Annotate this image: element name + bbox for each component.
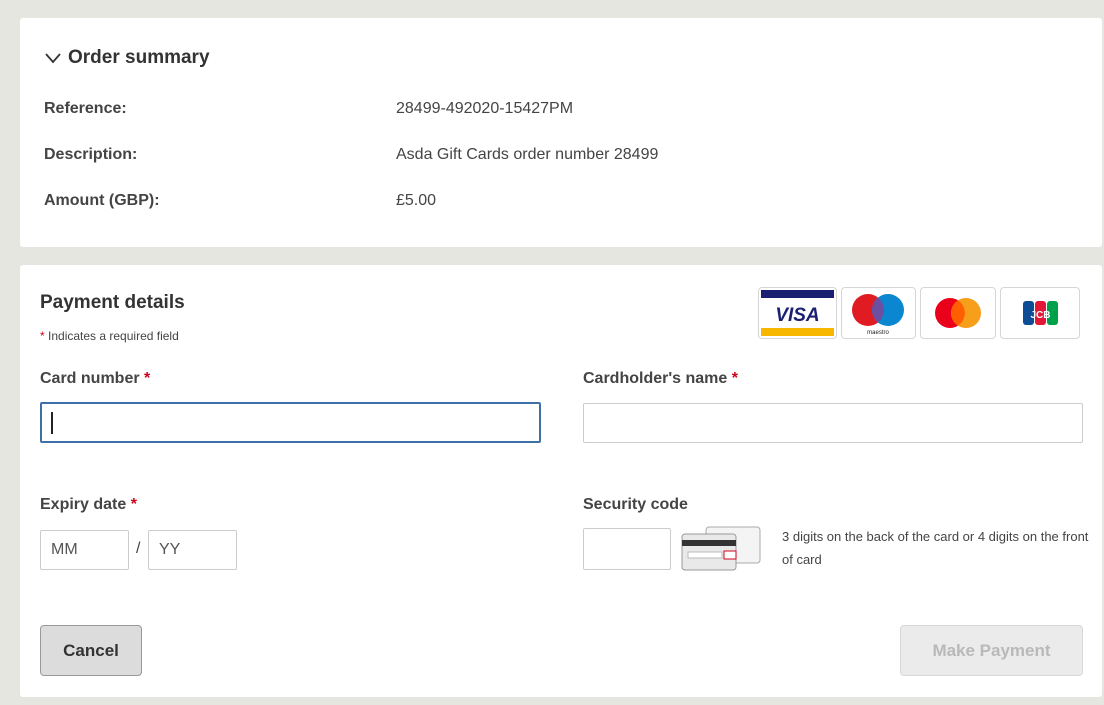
expiry-separator: / <box>136 540 141 557</box>
mastercard-icon <box>935 298 981 328</box>
make-payment-button[interactable]: Make Payment <box>900 625 1083 676</box>
security-code-help: 3 digits on the back of the card or 4 di… <box>782 529 1089 567</box>
maestro-logo: maestro <box>841 287 916 339</box>
text-caret <box>51 411 53 434</box>
payment-details-panel: Payment details * Indicates a required f… <box>20 265 1102 697</box>
expiry-year-placeholder: YY <box>159 541 181 558</box>
required-star: * <box>144 370 151 387</box>
required-star: * <box>130 496 137 513</box>
card-number-label-text: Card number <box>40 370 140 387</box>
jcb-text: JCB <box>1030 310 1050 321</box>
security-code-label: Security code <box>583 496 688 513</box>
visa-icon: VISA <box>761 290 834 336</box>
cardholder-name-input[interactable] <box>583 403 1083 443</box>
payment-details-title: Payment details <box>40 292 185 313</box>
maestro-text: maestro <box>867 330 889 336</box>
required-star: * <box>40 329 45 343</box>
order-summary-title: Order summary <box>68 47 210 68</box>
expiry-month-input[interactable]: MM <box>40 530 129 570</box>
jcb-icon: JCB <box>1023 301 1058 325</box>
cardholder-name-label-text: Cardholder's name <box>583 370 728 387</box>
reference-label: Reference: <box>44 100 127 117</box>
card-back-icon <box>681 526 761 571</box>
visa-logo: VISA <box>758 287 837 339</box>
security-code-input[interactable] <box>583 528 671 570</box>
expiry-month-placeholder: MM <box>51 541 78 558</box>
card-number-input[interactable] <box>40 402 541 443</box>
amount-value: £5.00 <box>396 192 437 209</box>
reference-value: 28499-492020-15427PM <box>396 100 574 117</box>
mastercard-logo <box>920 287 996 339</box>
required-field-note: * Indicates a required field <box>40 329 179 343</box>
expiry-date-label-text: Expiry date <box>40 496 127 513</box>
maestro-icon: maestro <box>852 294 904 336</box>
card-number-label: Card number * <box>40 370 150 388</box>
amount-label: Amount (GBP): <box>44 192 160 209</box>
chevron-down-icon <box>45 53 61 64</box>
order-summary-toggle[interactable]: Order summary <box>44 47 210 69</box>
expiry-date-label: Expiry date * <box>40 496 137 514</box>
cancel-button[interactable]: Cancel <box>40 625 142 676</box>
visa-text: VISA <box>775 305 819 326</box>
description-value: Asda Gift Cards order number 28499 <box>396 146 659 163</box>
required-note-text: Indicates a required field <box>48 329 179 343</box>
jcb-logo: JCB <box>1000 287 1080 339</box>
order-summary-panel: Order summary Reference: 28499-492020-15… <box>20 18 1102 247</box>
expiry-year-input[interactable]: YY <box>148 530 237 570</box>
required-star: * <box>731 370 738 387</box>
cardholder-name-label: Cardholder's name * <box>583 370 738 388</box>
description-label: Description: <box>44 146 138 163</box>
